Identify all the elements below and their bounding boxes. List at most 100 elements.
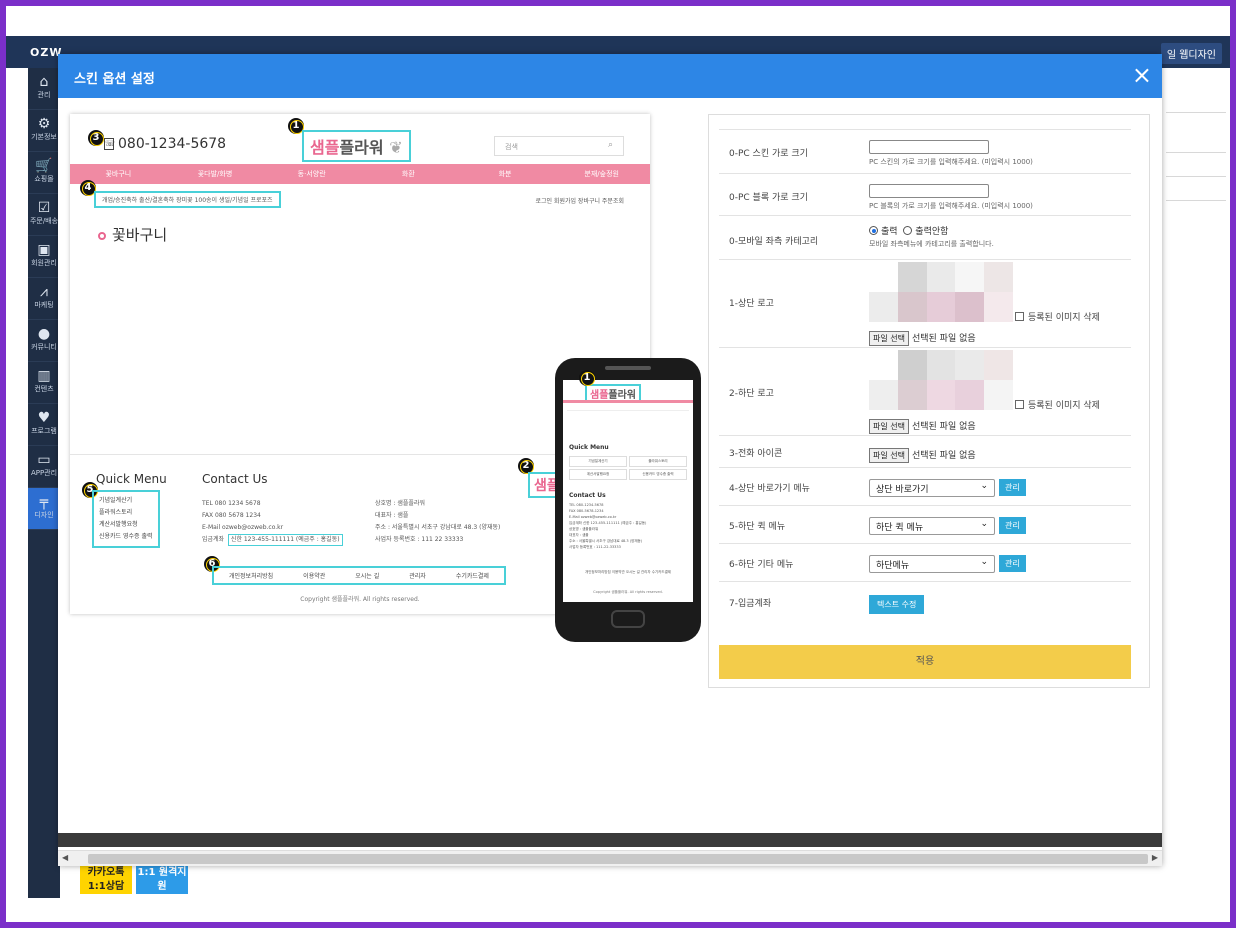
mobile-quick-menu-title: Quick Menu xyxy=(569,444,609,451)
preview-phone-number: ☏ 080-1234-5678 xyxy=(104,136,226,152)
search-placeholder: 검색 xyxy=(505,143,518,151)
mobile-info-line: 사업자 등록번호 : 111-22-33333 xyxy=(569,545,621,549)
quick-menu-item: 신용카드 영수증 출력 xyxy=(99,533,153,540)
nav-item: 꽃다발/화병 xyxy=(197,170,233,178)
mobile-quick-item: 플라워스토리 xyxy=(629,456,687,467)
apply-button[interactable]: 적용 xyxy=(719,645,1131,679)
brand-part2: 플라워 xyxy=(339,138,384,157)
setting-control: 하단메뉴 ⌄ 관리 xyxy=(869,553,1026,573)
contact-line: 사업자 등록번호 : 111 22 33333 xyxy=(375,536,464,543)
setting-control: PC 블록의 가로 크기를 입력해주세요. (미입력시 1000) xyxy=(869,180,1033,211)
quick-menu-item: 계산서발행요청 xyxy=(99,521,138,528)
sidebar-item-marketing[interactable]: ⩘ 마케팅 xyxy=(28,278,60,320)
modal-header: 스킨 옵션 설정 × xyxy=(58,54,1162,98)
radio-no-output[interactable]: 출력안함 xyxy=(903,226,948,237)
setting-row-bottom-quick: 5-하단 퀵 메뉴 하단 퀵 메뉴 ⌄ 관리 xyxy=(719,505,1131,543)
setting-control: 텍스트 수정 xyxy=(869,592,925,614)
phone-speaker xyxy=(605,366,651,370)
checkbox-label: 등록된 이미지 삭제 xyxy=(1028,401,1100,411)
setting-label: 5-하단 퀵 메뉴 xyxy=(729,522,786,532)
sidebar-item-app[interactable]: ▭ APP관리 xyxy=(28,446,60,488)
mobile-quick-item: 기념일계산기 xyxy=(569,456,627,467)
file-picker: 파일 선택 선택된 파일 없음 xyxy=(869,443,976,463)
sidebar-item-member[interactable]: ▣ 회원관리 xyxy=(28,236,60,278)
search-icon: ⌕ xyxy=(607,140,613,150)
setting-label: 2-하단 로고 xyxy=(729,389,774,399)
close-icon[interactable]: × xyxy=(1132,62,1152,88)
divider xyxy=(1166,112,1226,113)
scroll-right-icon[interactable]: ▶ xyxy=(1152,853,1158,862)
pc-skin-width-input[interactable] xyxy=(869,139,989,154)
bullet-icon xyxy=(98,232,106,240)
screenshot-frame: OZW 일 웹디자인 ⌂ 관리 ⚙ 기본정보 🛒 쇼핑몰 ☑ 주문/배송 ▣ 회원관리 ⩘… xyxy=(6,6,1230,922)
content-icon: ▥ xyxy=(37,368,51,384)
preview-subnav: 개업/승진축하 출산/결혼축하 장미꽃 100송이 생일/기념일 프로포즈 xyxy=(94,191,281,208)
sidebar-item-label: APP관리 xyxy=(30,469,58,477)
select-value: 하단 퀵 메뉴 xyxy=(876,522,924,533)
sidebar-item-label: 마케팅 xyxy=(34,301,54,309)
edit-text-button[interactable]: 텍스트 수정 xyxy=(869,595,925,614)
sidebar-item-order[interactable]: ☑ 주문/배송 xyxy=(28,194,60,236)
skin-options-modal: 스킨 옵션 설정 × 3 ☏ 080-1234-5678 1 샘플플라워 ❦ 검색… xyxy=(58,54,1162,866)
contact-line: FAX 080 5678 1234 xyxy=(202,512,261,519)
footer-links: 개인정보처리방침 이용약관 오시는 길 관리자 수기카드결제 xyxy=(212,566,506,585)
radio-output[interactable]: 출력 xyxy=(869,226,898,237)
setting-control: PC 스킨의 가로 크기를 입력해주세요. (미입력시 1000) xyxy=(869,136,1033,167)
web-design-button[interactable]: 일 웹디자인 xyxy=(1160,43,1222,64)
manage-button[interactable]: 관리 xyxy=(999,555,1026,572)
scrollbar-thumb[interactable] xyxy=(88,854,1148,864)
preview-search-box: 검색 ⌕ xyxy=(494,136,624,156)
horizontal-scrollbar[interactable]: ◀ ▶ xyxy=(58,833,1162,866)
mobile-quick-grid: 기념일계산기 플라워스토리 계산서발행요청 신용카드 영수증 출력 xyxy=(569,456,687,480)
phone-home-button xyxy=(611,610,645,628)
sidebar-item-program[interactable]: ♥ 프로그램 xyxy=(28,404,60,446)
quick-menu-item: 기념일계산기 xyxy=(99,497,133,504)
scroll-track-band xyxy=(58,833,1162,847)
sidebar-item-design[interactable]: ╤ 디자인 xyxy=(28,488,60,530)
file-status: 선택된 파일 없음 xyxy=(911,451,976,461)
sidebar-item-basic[interactable]: ⚙ 기본정보 xyxy=(28,110,60,152)
setting-control: 상단 바로가기 ⌄ 관리 xyxy=(869,477,1026,497)
page-heading-text: 꽃바구니 xyxy=(112,226,168,244)
checkbox-icon xyxy=(1015,312,1024,321)
bottom-quick-select[interactable]: 하단 퀵 메뉴 ⌄ xyxy=(869,516,995,535)
bottom-etc-select[interactable]: 하단메뉴 ⌄ xyxy=(869,554,995,573)
category-radio-group: 출력 출력안함 xyxy=(869,224,994,237)
delete-image-checkbox[interactable]: 등록된 이미지 삭제 xyxy=(1015,398,1100,411)
quick-menu-title: Quick Menu xyxy=(96,472,167,486)
heart-icon: ♥ xyxy=(37,410,51,426)
divider xyxy=(1166,176,1226,177)
setting-row-bottom-logo: 2-하단 로고 파일 선택 선택된 파일 없음 등록된 이미지 삭제 xyxy=(719,347,1131,435)
setting-control: 출력 출력안함 모바일 좌측메뉴에 카테고리를 출력합니다. xyxy=(869,224,994,249)
file-select-button[interactable]: 파일 선택 xyxy=(869,419,909,434)
sidebar-item-label: 쇼핑몰 xyxy=(34,175,54,183)
setting-row-pc-skin-width: 0-PC 스킨 가로 크기 PC 스킨의 가로 크기를 입력해주세요. (미입력… xyxy=(719,129,1131,173)
delete-image-checkbox[interactable]: 등록된 이미지 삭제 xyxy=(1015,310,1100,323)
sidebar-item-community[interactable]: ● 커뮤니티 xyxy=(28,320,60,362)
app-icon: ▭ xyxy=(37,452,51,468)
sidebar-item-label: 주문/배송 xyxy=(29,217,59,225)
contact-left: TEL 080 1234 5678 FAX 080 5678 1234 E-Ma… xyxy=(202,498,343,546)
radio-on-icon xyxy=(869,226,878,235)
scroll-left-icon[interactable]: ◀ xyxy=(62,853,68,862)
bank-label: 입금계좌 xyxy=(202,536,225,543)
file-select-button[interactable]: 파일 선택 xyxy=(869,331,909,346)
pc-block-width-input[interactable] xyxy=(869,183,989,198)
mobile-copyright: Copyright 샘플플라워. All rights reserved. xyxy=(593,590,663,594)
manage-button[interactable]: 관리 xyxy=(999,517,1026,534)
top-shortcut-select[interactable]: 상단 바로가기 ⌄ xyxy=(869,478,995,497)
badge-3: 3 xyxy=(88,130,104,146)
manage-button[interactable]: 관리 xyxy=(999,479,1026,496)
settings-panel: 0-PC 스킨 가로 크기 PC 스킨의 가로 크기를 입력해주세요. (미입력… xyxy=(708,114,1150,688)
setting-row-pc-block-width: 0-PC 블록 가로 크기 PC 블록의 가로 크기를 입력해주세요. (미입력… xyxy=(719,173,1131,215)
divider xyxy=(1166,200,1226,201)
setting-control: 파일 선택 선택된 파일 없음 xyxy=(869,350,1013,434)
nav-item: 동·서양란 xyxy=(297,170,326,178)
setting-control: 하단 퀵 메뉴 ⌄ 관리 xyxy=(869,515,1026,535)
sidebar-item-content[interactable]: ▥ 컨텐츠 xyxy=(28,362,60,404)
select-value: 상단 바로가기 xyxy=(876,484,929,495)
sidebar-item-dashboard[interactable]: ⌂ 관리 xyxy=(28,68,60,110)
sidebar-item-shop[interactable]: 🛒 쇼핑몰 xyxy=(28,152,60,194)
setting-label: 0-모바일 좌측 카테고리 xyxy=(729,237,819,247)
file-select-button[interactable]: 파일 선택 xyxy=(869,448,909,463)
